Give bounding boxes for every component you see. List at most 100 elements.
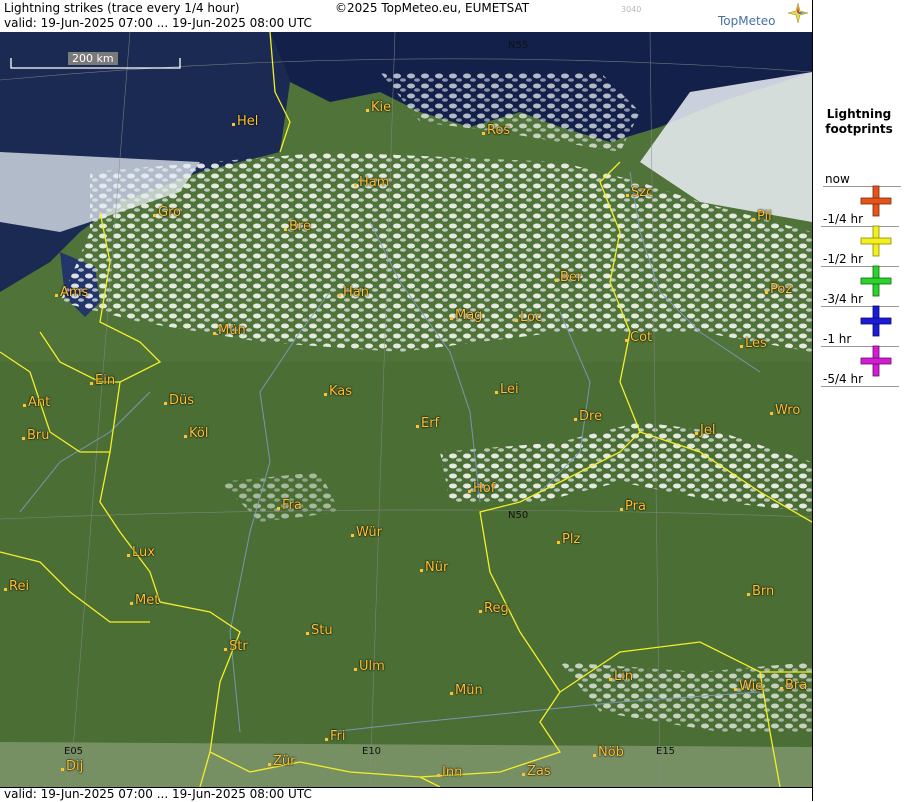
city-label: Met — [135, 593, 160, 608]
city-marker[interactable]: Ham — [354, 175, 389, 190]
legend-title-line1: Lightning — [826, 107, 892, 121]
city-label: Ham — [359, 175, 390, 190]
city-label: Bru — [27, 428, 50, 443]
city-marker[interactable]: Zür — [268, 754, 296, 769]
city-label: Cot — [630, 330, 653, 345]
city-marker[interactable]: Bra — [780, 678, 807, 693]
city-marker[interactable]: Cot — [625, 330, 652, 345]
grid-label-e15: E15 — [656, 746, 676, 757]
city-label: Rei — [9, 579, 30, 594]
grid-label-n50: N50 — [508, 510, 529, 521]
city-label: Nür — [425, 560, 449, 575]
legend-item-now: now — [813, 172, 904, 217]
city-marker[interactable]: Wie — [734, 679, 763, 694]
city-marker[interactable]: Poz — [765, 282, 792, 297]
copyright-text: ©2025 TopMeteo.eu, EUMETSAT — [335, 1, 530, 15]
city-marker[interactable]: Ein — [90, 373, 115, 388]
city-marker[interactable]: Bru — [22, 428, 50, 443]
city-marker[interactable]: Inn — [437, 765, 462, 780]
city-marker[interactable]: Pil — [752, 209, 772, 224]
valid-time-top: valid: 19-Jun-2025 07:00 ... 19-Jun-2025… — [4, 16, 312, 30]
legend-label: -5/4 hr — [821, 372, 899, 387]
city-marker[interactable]: Gro — [153, 205, 181, 220]
city-label: Han — [343, 285, 369, 300]
city-marker[interactable]: Han — [338, 285, 369, 300]
city-marker[interactable]: Jel — [695, 423, 715, 438]
city-label: Zür — [273, 754, 296, 769]
city-label: Lin — [614, 669, 634, 684]
city-label: Zas — [527, 764, 551, 779]
city-label: Ant — [28, 395, 51, 410]
legend-title: Lightning footprints — [813, 107, 904, 137]
city-marker[interactable]: Lei — [495, 382, 519, 397]
city-label: Gro — [158, 205, 182, 220]
city-marker[interactable]: Wro — [770, 403, 800, 418]
city-label: Wie — [739, 679, 764, 694]
header-bar: Lightning strikes (trace every 1/4 hour)… — [0, 0, 812, 33]
city-marker[interactable]: Düs — [164, 393, 194, 408]
city-label: Ros — [487, 123, 511, 138]
city-marker[interactable]: Met — [130, 593, 159, 608]
city-marker[interactable]: Kie — [366, 100, 391, 115]
city-label: Plz — [562, 532, 581, 547]
city-marker[interactable]: Hof — [468, 481, 495, 496]
city-marker[interactable]: Pra — [620, 499, 646, 514]
legend-item-quarter-hour: -1/4 hr — [813, 212, 904, 257]
city-label: Poz — [770, 282, 793, 297]
city-marker[interactable]: Loc — [515, 310, 542, 325]
city-marker[interactable]: Stu — [306, 623, 333, 638]
city-label: Stu — [311, 623, 333, 638]
city-marker[interactable]: Lin — [609, 669, 633, 684]
city-marker[interactable]: Köl — [184, 426, 208, 441]
satellite-map[interactable]: 200 km N55 N50 E05 E10 E15 Hel Kie Ros H… — [0, 32, 812, 787]
city-marker[interactable]: Les — [740, 336, 767, 351]
city-marker[interactable]: Kas — [324, 384, 352, 399]
city-marker[interactable]: Nöb — [593, 745, 624, 760]
city-label: Dre — [579, 409, 603, 424]
city-label: Kie — [371, 100, 392, 115]
legend-title-line2: footprints — [825, 122, 893, 136]
footer-bar: valid: 19-Jun-2025 07:00 ... 19-Jun-2025… — [0, 787, 812, 802]
city-label: Inn — [442, 765, 463, 780]
city-marker[interactable]: Dre — [574, 409, 602, 424]
city-marker[interactable]: Reg — [479, 601, 509, 616]
city-marker[interactable]: Lux — [127, 545, 155, 560]
city-marker[interactable]: Ulm — [354, 659, 385, 674]
city-label: Les — [745, 336, 767, 351]
city-marker[interactable]: Szc — [626, 185, 653, 200]
city-label: Bre — [289, 219, 311, 234]
map-code: 3040 — [621, 5, 642, 14]
city-marker[interactable]: Ber — [555, 270, 582, 285]
city-marker[interactable]: Fri — [325, 729, 346, 744]
city-marker[interactable]: Ant — [23, 395, 50, 410]
city-marker[interactable]: Dij — [61, 759, 83, 774]
city-marker[interactable]: Bre — [284, 219, 311, 234]
city-marker[interactable]: Str — [224, 639, 248, 654]
city-label: Erf — [421, 416, 440, 431]
city-label: Nöb — [598, 745, 624, 760]
city-label: Lux — [132, 545, 155, 560]
city-marker[interactable]: Mün — [450, 683, 483, 698]
city-marker[interactable]: Nür — [420, 560, 448, 575]
valid-time-bottom: valid: 19-Jun-2025 07:00 ... 19-Jun-2025… — [4, 787, 312, 801]
legend-item-half-hour: -1/2 hr — [813, 252, 904, 297]
city-marker[interactable]: Erf — [416, 416, 439, 431]
city-label: Dij — [66, 759, 84, 774]
city-marker[interactable]: Wür — [351, 525, 382, 540]
city-label: Fri — [330, 729, 346, 744]
city-marker[interactable]: Brn — [747, 584, 774, 599]
city-marker[interactable]: Hel — [232, 114, 258, 129]
city-marker[interactable]: Mün — [213, 323, 246, 338]
city-marker[interactable]: Mag — [450, 308, 482, 323]
city-marker[interactable]: Fra — [277, 498, 302, 513]
city-marker[interactable]: Zas — [522, 764, 551, 779]
legend-item-five-quarter-hour: -5/4 hr — [813, 372, 904, 412]
city-marker[interactable]: Rei — [4, 579, 29, 594]
city-label: Pil — [757, 209, 772, 224]
city-marker[interactable]: Plz — [557, 532, 580, 547]
city-label: Ein — [95, 373, 116, 388]
city-marker[interactable]: Ams — [55, 285, 88, 300]
city-marker[interactable]: Ros — [482, 123, 510, 138]
legend-item-three-quarter-hour: -3/4 hr — [813, 292, 904, 337]
scale-bar: 200 km — [10, 52, 181, 69]
